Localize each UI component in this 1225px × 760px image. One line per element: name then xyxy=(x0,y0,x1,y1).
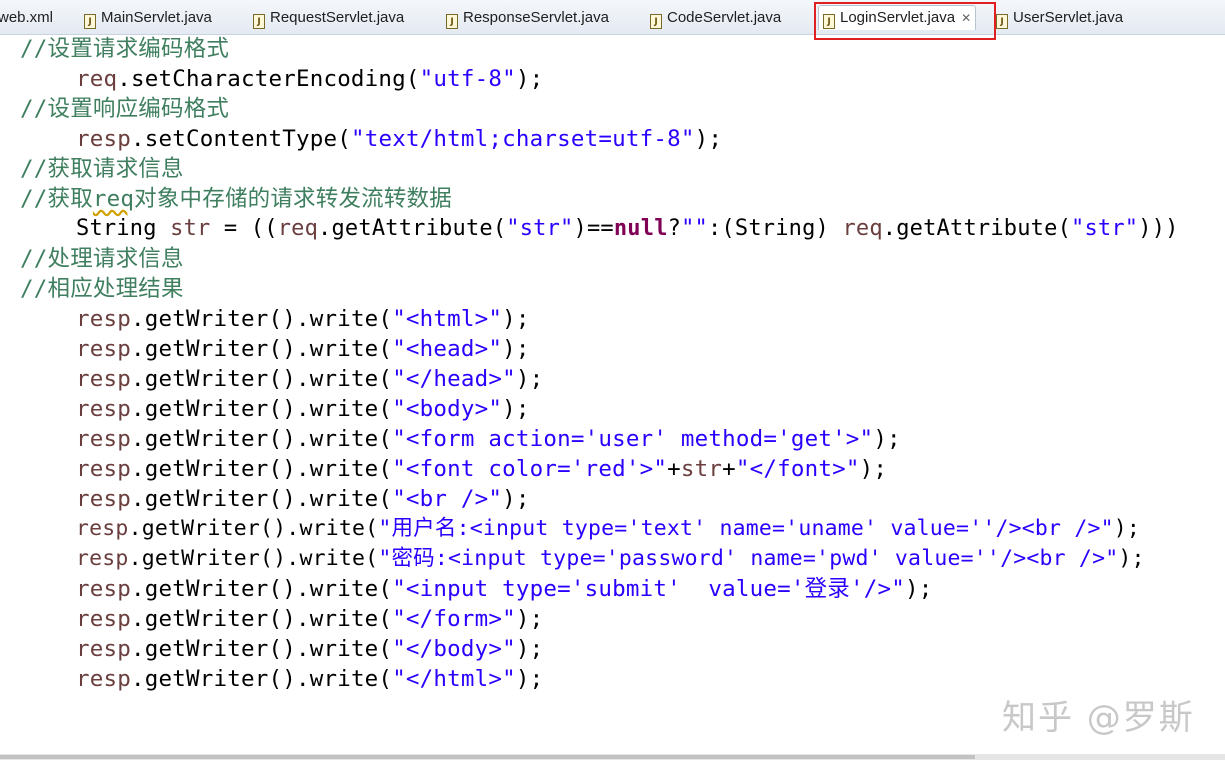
code-line: resp.getWriter().write("<input type='sub… xyxy=(76,576,933,602)
code-line: resp.getWriter().write("用户名:<input type=… xyxy=(76,516,1141,541)
code-line: //设置响应编码格式 xyxy=(20,96,230,122)
tab-mainservlet[interactable]: J MainServlet.java xyxy=(84,6,212,30)
code-line: resp.getWriter().write("</body>"); xyxy=(76,636,544,662)
tab-label: RequestServlet.java xyxy=(270,9,405,26)
code-line: resp.getWriter().write("密码:<input type='… xyxy=(76,546,1145,571)
code-line: resp.getWriter().write("</form>"); xyxy=(76,606,544,632)
code-line: resp.getWriter().write("<form action='us… xyxy=(76,426,901,452)
java-file-icon: J xyxy=(84,14,96,29)
tab-label: CodeServlet.java xyxy=(667,9,782,26)
code-line: //设置请求编码格式 xyxy=(20,36,230,62)
tab-userservlet[interactable]: J UserServlet.java xyxy=(996,6,1123,30)
java-file-icon: J xyxy=(253,14,265,29)
code-line: //处理请求信息 xyxy=(20,246,184,272)
java-file-icon: J xyxy=(650,14,662,29)
code-line: //获取req对象中存储的请求转发流转数据 xyxy=(20,186,452,212)
code-line: resp.getWriter().write("</head>"); xyxy=(76,366,544,392)
scrollbar-thumb[interactable] xyxy=(0,755,975,759)
watermark: 知乎 @罗斯 xyxy=(1002,698,1195,738)
code-line: resp.getWriter().write("</html>"); xyxy=(76,666,544,692)
code-line: resp.getWriter().write("<body>"); xyxy=(76,396,530,422)
tab-responseservlet[interactable]: J ResponseServlet.java xyxy=(446,6,609,30)
horizontal-scrollbar[interactable] xyxy=(0,754,1225,760)
code-line: resp.getWriter().write("<br />"); xyxy=(76,486,530,512)
tab-label: web.xml xyxy=(0,9,54,26)
java-file-icon: J xyxy=(996,14,1008,29)
code-line: resp.setContentType("text/html;charset=u… xyxy=(76,126,723,152)
code-line: //获取请求信息 xyxy=(20,156,184,182)
code-line: resp.getWriter().write("<html>"); xyxy=(76,306,530,332)
active-tab-highlight xyxy=(814,2,996,40)
tab-codeservlet[interactable]: J CodeServlet.java xyxy=(650,6,781,30)
java-file-icon: J xyxy=(446,14,458,29)
editor-tab-bar: web.xml J MainServlet.java J RequestServle… xyxy=(0,0,1225,35)
tab-web-xml[interactable]: web.xml xyxy=(0,6,53,30)
code-line: req.setCharacterEncoding("utf-8"); xyxy=(76,66,544,92)
code-line: //相应处理结果 xyxy=(20,276,184,302)
tab-requestservlet[interactable]: J RequestServlet.java xyxy=(253,6,404,30)
code-line: resp.getWriter().write("<head>"); xyxy=(76,336,530,362)
tab-label: ResponseServlet.java xyxy=(463,9,609,26)
tab-label: UserServlet.java xyxy=(1013,9,1124,26)
code-line: String str = ((req.getAttribute("str")==… xyxy=(76,216,1179,241)
tab-label: MainServlet.java xyxy=(101,9,212,26)
code-line: resp.getWriter().write("<font color='red… xyxy=(76,456,888,482)
